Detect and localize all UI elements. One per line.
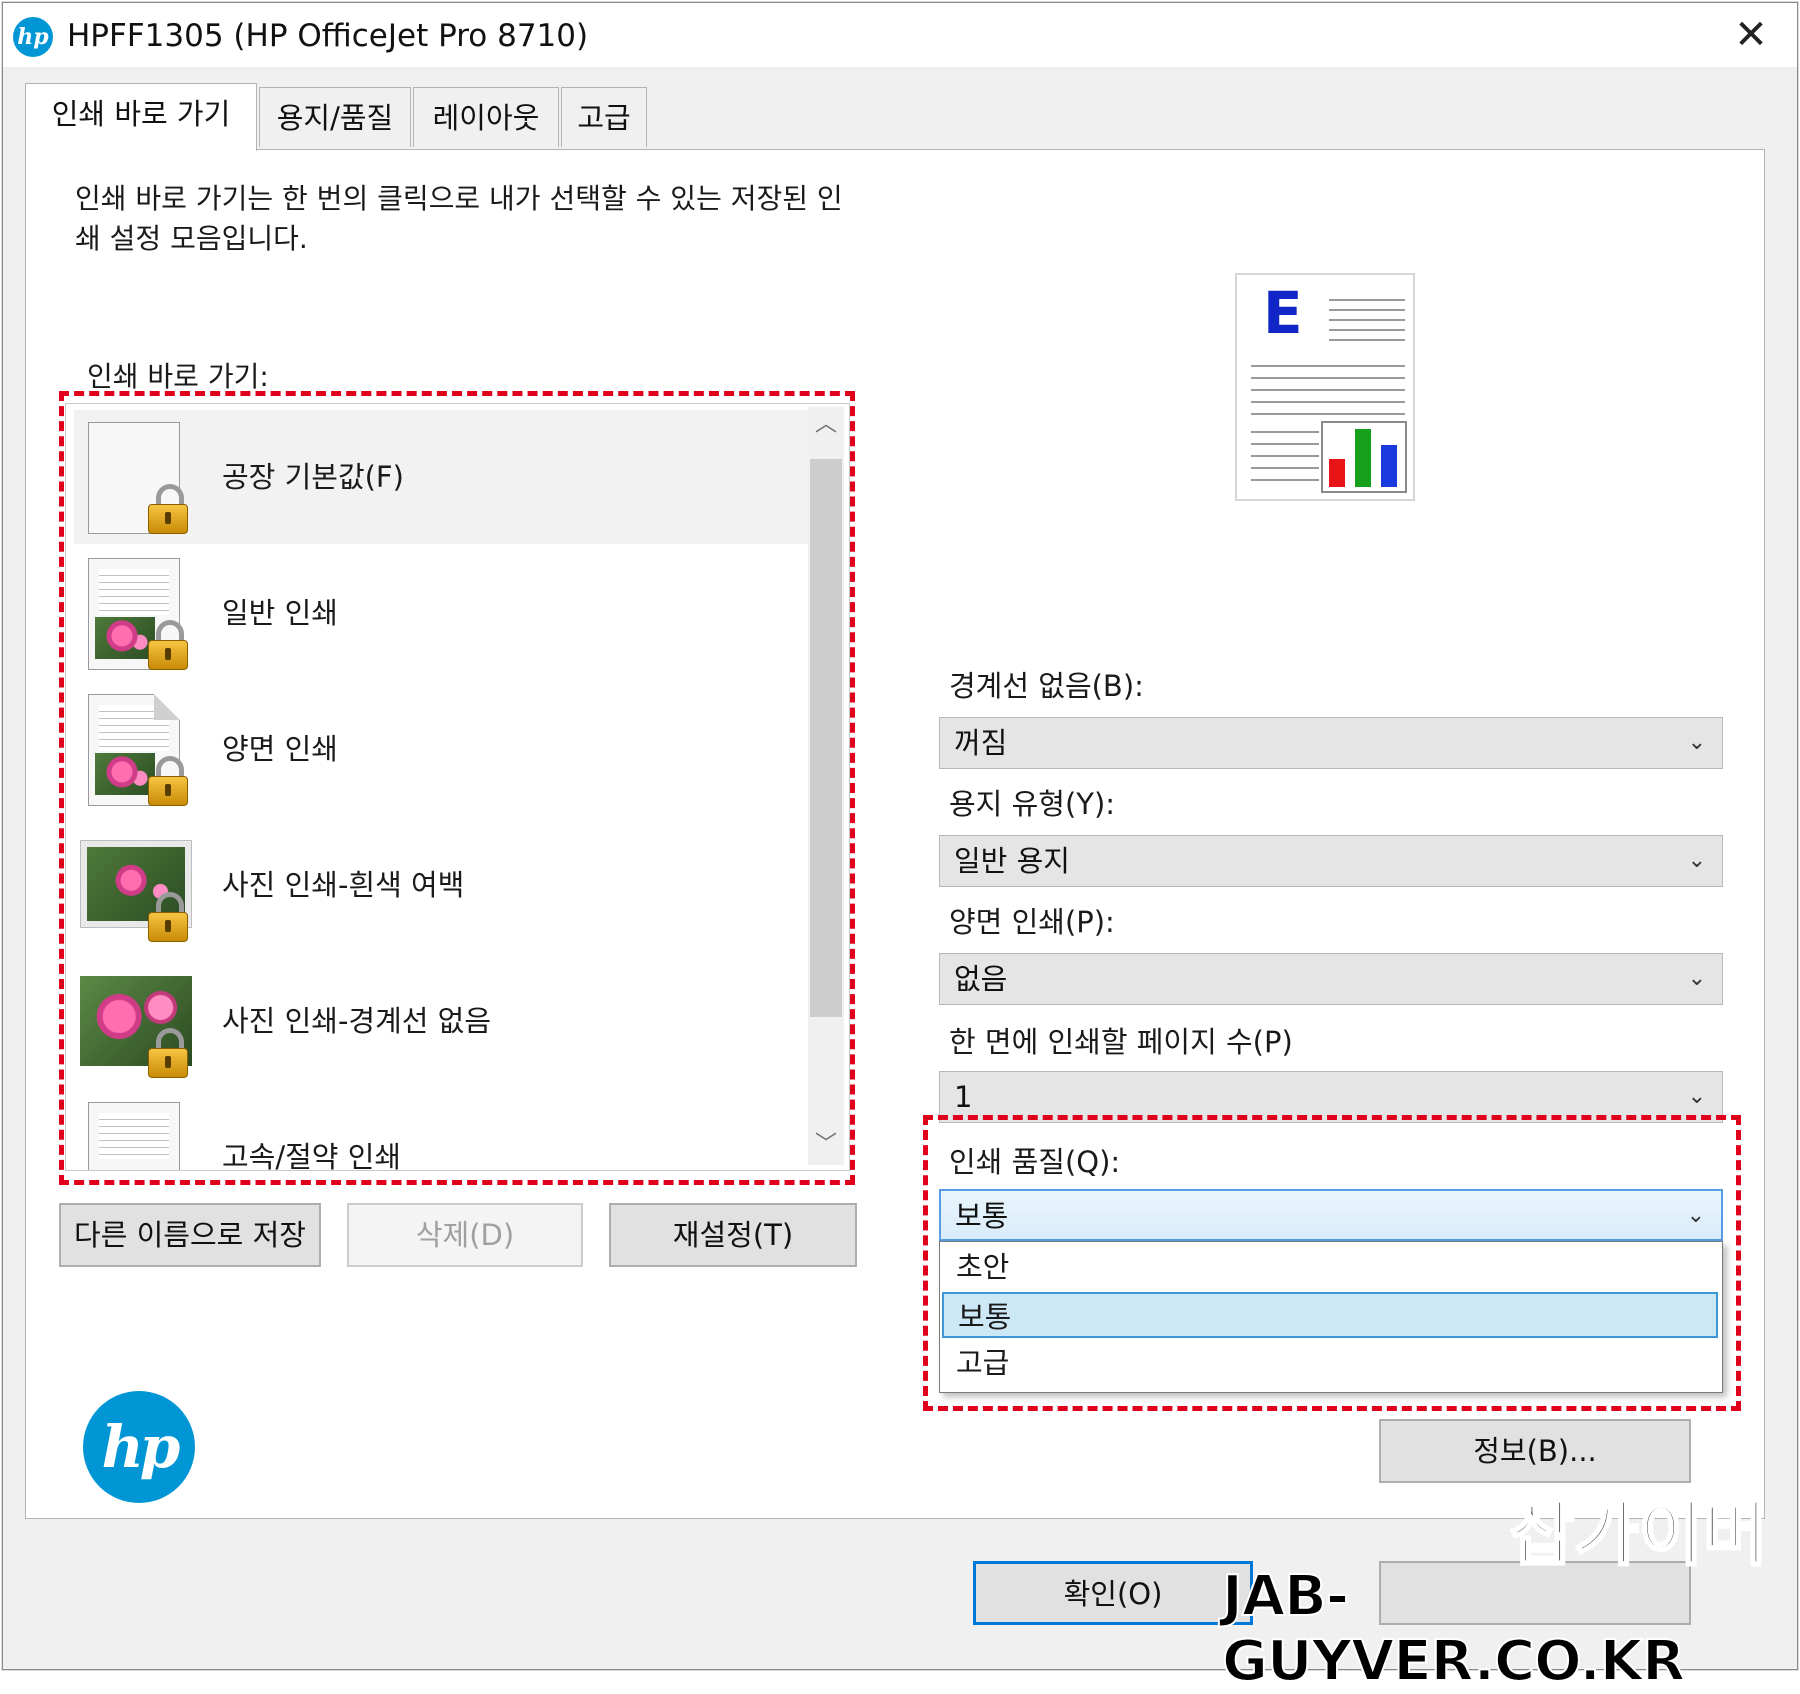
- shortcuts-list[interactable]: 공장 기본값(F) 일반 인쇄 양면 인쇄 사진 인쇄-흰색 여백 사진 인쇄-…: [65, 403, 850, 1171]
- list-item-label: 양면 인쇄: [222, 732, 338, 766]
- chevron-down-icon: ⌄: [1687, 730, 1706, 755]
- list-item-duplex-print[interactable]: 양면 인쇄: [74, 682, 810, 816]
- chevron-down-icon: ⌄: [1686, 1203, 1705, 1228]
- delete-button[interactable]: 삭제(D): [347, 1203, 583, 1267]
- print-quality-dropdown[interactable]: 초안 보통 고급: [939, 1241, 1723, 1393]
- option-draft[interactable]: 초안: [942, 1244, 1718, 1290]
- option-best[interactable]: 고급: [942, 1340, 1718, 1386]
- about-button[interactable]: 정보(B)...: [1379, 1419, 1691, 1483]
- list-item-label: 사진 인쇄-흰색 여백: [222, 868, 465, 902]
- chevron-down-icon: ⌄: [1687, 966, 1706, 991]
- economy-page-thumbnail: [88, 1102, 180, 1170]
- reset-button[interactable]: 재설정(T): [609, 1203, 857, 1267]
- watermark-url: JAB-GUYVER.CO.KR: [1221, 1563, 1686, 1694]
- lock-icon: [148, 1028, 188, 1078]
- list-scrollbar[interactable]: ︿ ﹀: [808, 407, 844, 1165]
- preview-bar-red: [1329, 459, 1345, 487]
- lock-icon: [148, 484, 188, 534]
- list-item-label: 사진 인쇄-경계선 없음: [222, 1004, 492, 1038]
- borderless-label: 경계선 없음(B):: [949, 669, 1144, 703]
- paper-type-value: 일반 용지: [954, 844, 1070, 878]
- list-item-general-print[interactable]: 일반 인쇄: [74, 546, 810, 680]
- shortcuts-description: 인쇄 바로 가기는 한 번의 클릭으로 내가 선택할 수 있는 저장된 인쇄 설…: [75, 182, 843, 255]
- print-quality-label: 인쇄 품질(Q):: [949, 1145, 1121, 1179]
- print-quality-select[interactable]: 보통 ⌄: [939, 1189, 1723, 1241]
- title-bar: hp HPFF1305 (HP OfficeJet Pro 8710) ✕: [3, 3, 1797, 67]
- lock-icon: [148, 756, 188, 806]
- tab-advanced[interactable]: 고급: [561, 87, 647, 147]
- list-item-fast-economy[interactable]: 고속/절약 인쇄: [74, 1090, 810, 1171]
- save-as-button[interactable]: 다른 이름으로 저장: [59, 1203, 321, 1267]
- print-quality-value: 보통: [955, 1199, 1009, 1233]
- list-item-label: 일반 인쇄: [222, 596, 338, 630]
- borderless-select[interactable]: 꺼짐 ⌄: [939, 717, 1723, 769]
- duplex-label: 양면 인쇄(P):: [949, 905, 1115, 939]
- pages-per-sheet-select[interactable]: 1 ⌄: [939, 1071, 1723, 1123]
- preview-letter: E: [1263, 279, 1303, 347]
- preview-bar-chart-icon: [1321, 421, 1407, 493]
- tab-paper-quality[interactable]: 용지/품질: [259, 87, 411, 147]
- duplex-select[interactable]: 없음 ⌄: [939, 953, 1723, 1005]
- list-item-photo-white-border[interactable]: 사진 인쇄-흰색 여백: [74, 818, 810, 952]
- scroll-down-icon[interactable]: ﹀: [808, 1127, 844, 1163]
- preview-bar-blue: [1381, 445, 1397, 487]
- chevron-down-icon: ⌄: [1687, 848, 1706, 873]
- duplex-value: 없음: [954, 962, 1008, 996]
- list-item-factory-defaults[interactable]: 공장 기본값(F): [74, 410, 810, 544]
- preview-bar-green: [1355, 429, 1371, 487]
- tab-layout[interactable]: 레이아웃: [413, 87, 559, 147]
- list-item-label: 공장 기본값(F): [222, 460, 404, 494]
- hp-logo: hp: [83, 1391, 195, 1503]
- pages-per-sheet-value: 1: [954, 1080, 973, 1114]
- page-preview: E: [1235, 273, 1415, 501]
- shortcuts-list-label: 인쇄 바로 가기:: [87, 360, 269, 393]
- window-title: HPFF1305 (HP OfficeJet Pro 8710): [67, 18, 589, 54]
- ok-button[interactable]: 확인(O): [973, 1561, 1253, 1625]
- tab-print-shortcuts[interactable]: 인쇄 바로 가기: [25, 83, 257, 151]
- lock-icon: [148, 620, 188, 670]
- lock-icon: [148, 892, 188, 942]
- close-button[interactable]: ✕: [1721, 11, 1781, 59]
- hp-app-icon: hp: [13, 17, 53, 57]
- paper-type-label: 용지 유형(Y):: [949, 787, 1116, 821]
- printer-properties-dialog: hp HPFF1305 (HP OfficeJet Pro 8710) ✕ 인쇄…: [2, 2, 1798, 1670]
- list-item-photo-borderless[interactable]: 사진 인쇄-경계선 없음: [74, 954, 810, 1088]
- chevron-down-icon: ⌄: [1687, 1084, 1706, 1109]
- borderless-value: 꺼짐: [954, 726, 1008, 760]
- list-item-label: 고속/절약 인쇄: [222, 1140, 402, 1171]
- paper-type-select[interactable]: 일반 용지 ⌄: [939, 835, 1723, 887]
- preview-text-lines: [1251, 421, 1319, 491]
- pages-per-sheet-label: 한 면에 인쇄할 페이지 수(P): [949, 1025, 1293, 1059]
- preview-text-lines: [1251, 355, 1405, 417]
- preview-text-lines: [1329, 291, 1405, 345]
- scroll-up-icon[interactable]: ︿: [808, 407, 844, 443]
- scroll-thumb[interactable]: [810, 459, 842, 1017]
- option-normal[interactable]: 보통: [942, 1292, 1718, 1338]
